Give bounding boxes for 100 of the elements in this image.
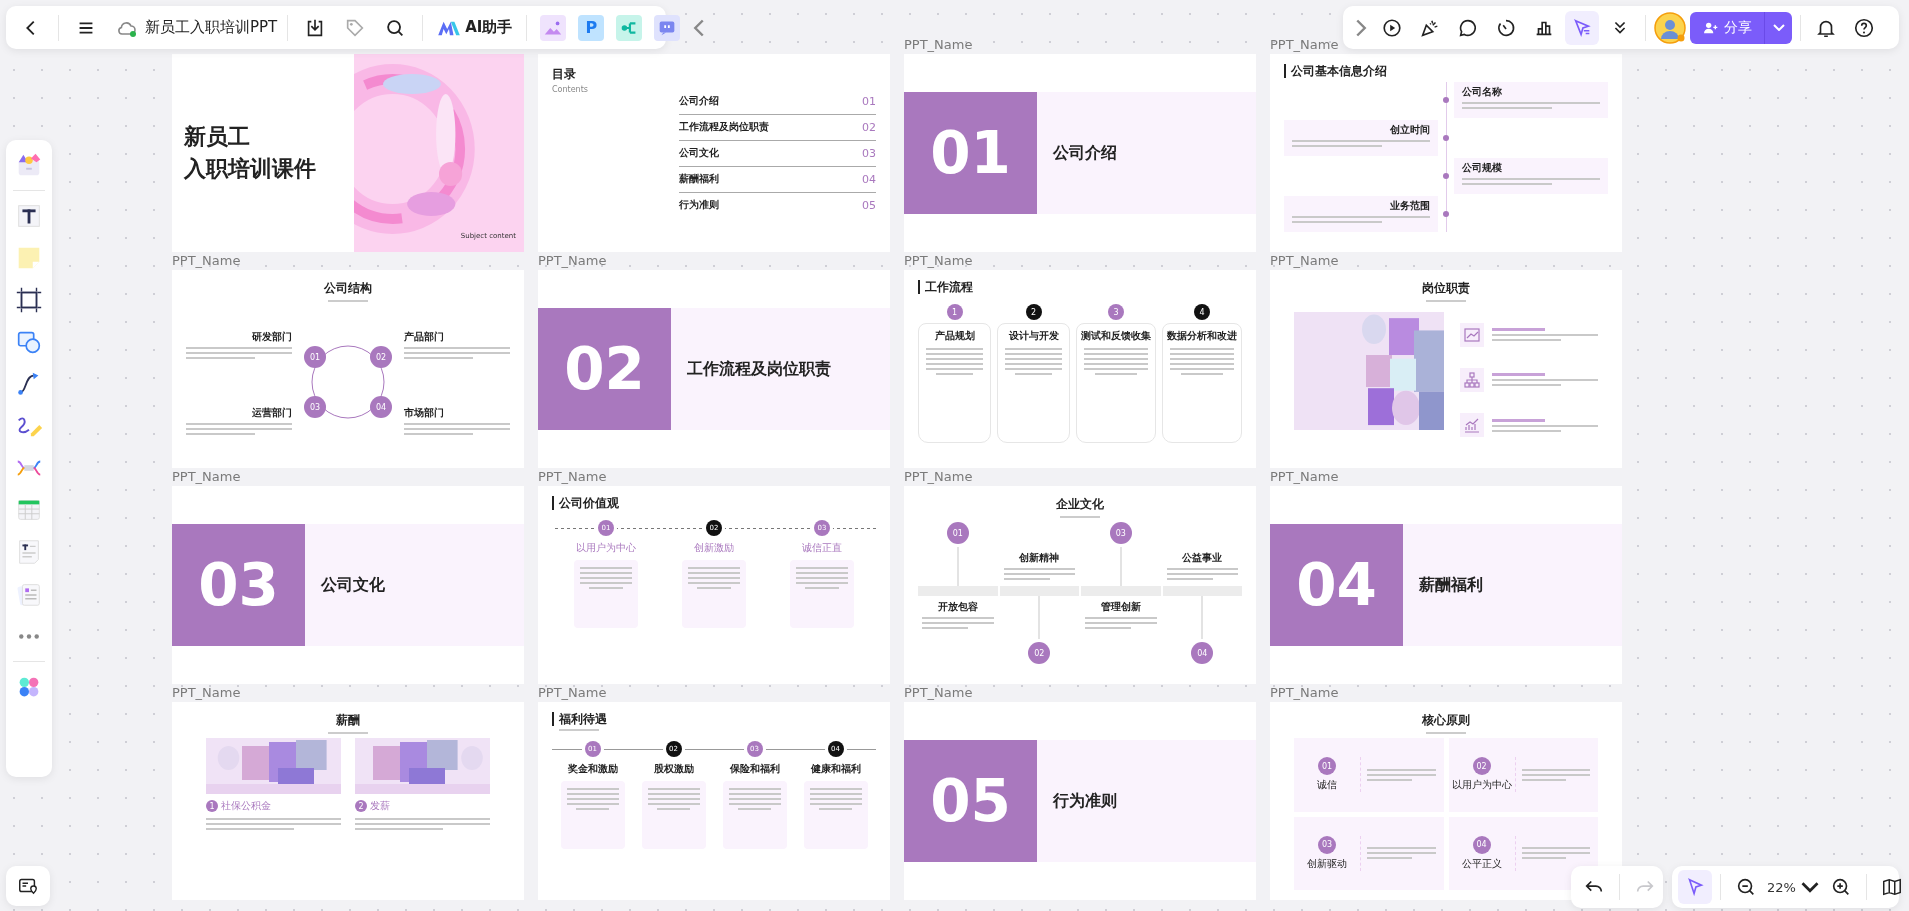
slide-title: 工作流程: [918, 280, 973, 294]
slide-title: 岗位职责: [1421, 280, 1471, 297]
text-lines-drawing: [1166, 568, 1238, 580]
card-title: 公司规模: [1462, 161, 1503, 175]
slide-name: PPT_Name: [172, 468, 241, 486]
user-avatar[interactable]: [1654, 11, 1686, 44]
text-lines-drawing: [1521, 847, 1590, 860]
benefit-title: 股权激励: [653, 762, 694, 776]
culture-number: 03: [1109, 522, 1132, 544]
timeline-dot: [1443, 173, 1449, 179]
document-title[interactable]: 新员工入职培训PPT: [145, 18, 278, 37]
principle-title: 以用户为中心: [1451, 778, 1512, 793]
benefit-title: 保险和福利: [729, 762, 780, 776]
contents-entry: 薪酬福利: [679, 172, 720, 186]
slide[interactable]: 工作流程 1 产品规划 2 设计与开发 3 测试和反馈收集 4 数据分析和改进: [904, 270, 1256, 468]
section-title: 公司介绍: [1052, 141, 1117, 164]
slide[interactable]: 03 公司文化: [172, 486, 524, 684]
frame-icon: [14, 285, 44, 315]
section-title: 行为准则: [1052, 789, 1117, 812]
number-badge: 1: [206, 800, 218, 812]
slide-name: PPT_Name: [904, 684, 973, 702]
text-lines-drawing: [1003, 568, 1075, 580]
text-lines-drawing: [647, 788, 700, 810]
zoom-level[interactable]: 22%: [1767, 879, 1796, 895]
value-title: 诚信正直: [802, 541, 842, 555]
number-badge: 03: [304, 396, 326, 418]
more-icon: [18, 632, 40, 640]
slide[interactable]: 岗位职责: [1270, 270, 1622, 468]
slide-title: 核心原则: [1421, 712, 1471, 729]
section-number: 04: [1270, 524, 1403, 646]
timeline-dot: [1443, 135, 1449, 141]
text-lines-drawing: [1367, 847, 1436, 860]
slide[interactable]: 02 工作流程及岗位职责: [538, 270, 890, 468]
image-app-button[interactable]: [540, 14, 567, 41]
number-badge: 01: [1318, 757, 1336, 776]
contents-number: 02: [862, 120, 876, 134]
slide-name: PPT_Name: [1270, 468, 1339, 486]
text-lines-drawing: [328, 300, 368, 302]
benefit-title: 奖金和激励: [567, 762, 618, 776]
slide-name: PPT_Name: [904, 468, 973, 486]
trend-icon: [1460, 413, 1484, 438]
department-title: 产品部门: [404, 329, 445, 344]
slide[interactable]: 公司基本信息介绍 公司名称 创立时间 公司规模 业务范围: [1270, 54, 1622, 252]
text-lines-drawing: [1426, 732, 1466, 734]
slide[interactable]: 01 公司介绍: [904, 54, 1256, 252]
section-number: 01: [904, 92, 1037, 214]
step-number: 3: [1108, 304, 1124, 320]
text-lines-drawing: [796, 567, 848, 589]
slide[interactable]: 薪酬 1 社保公积金 2 发薪: [172, 702, 524, 900]
share-button[interactable]: 分享: [1690, 11, 1764, 44]
text-lines-drawing: [1367, 768, 1436, 781]
card-title: 公司名称: [1462, 85, 1503, 99]
contents-number: 05: [862, 198, 876, 212]
timeline-dot: [1443, 97, 1449, 103]
card-title: 创立时间: [1390, 123, 1430, 137]
section-number: 02: [538, 308, 671, 430]
select-tool-button[interactable]: [1678, 870, 1712, 904]
principle-title: 创新驱动: [1307, 856, 1347, 871]
pointer-icon: [1571, 16, 1593, 39]
text-lines-drawing: [922, 617, 994, 629]
timeline-dot: [1443, 211, 1449, 217]
slide[interactable]: 04 薪酬福利: [1270, 486, 1622, 684]
step-title: 数据分析和改进: [1167, 329, 1237, 343]
contents-entry: 工作流程及岗位职责: [679, 120, 770, 134]
text-lines-drawing: [580, 567, 632, 589]
text-lines-drawing: [1085, 617, 1157, 629]
slide[interactable]: 核心原则 01 诚信 02 以用户为中心 03 创新驱动 04 公平正义: [1270, 702, 1622, 900]
text-lines-drawing: [1060, 516, 1100, 518]
ai-assistant-button[interactable]: AI助手: [433, 18, 517, 37]
slide-title: 新员工 入职培训课件: [184, 123, 316, 183]
contents-number: 01: [862, 94, 876, 108]
culture-number: 01: [946, 522, 969, 544]
slide-name: PPT_Name: [538, 468, 607, 486]
number-badge: 2: [355, 800, 367, 812]
text-lines-drawing: [809, 788, 862, 810]
location-button[interactable]: [6, 866, 50, 906]
chart-icon: [1460, 322, 1484, 347]
text-lines-drawing: [688, 567, 740, 589]
slide-subtitle: Contents: [552, 85, 588, 94]
step-number: 1: [946, 304, 963, 320]
slide[interactable]: 05 行为准则: [904, 702, 1256, 900]
slide[interactable]: 公司结构 研发部门 产品部门 运营部门 市场部门 01 02 03 04: [172, 270, 524, 468]
slide[interactable]: 目录 Contents 公司介绍 01 工作流程及岗位职责 02 公司文化 03 薪酬福利 04 行为准则 05: [538, 54, 890, 252]
help-icon: [1853, 16, 1875, 39]
culture-title: 开放包容: [937, 600, 978, 614]
salary-heading: 社保公积金: [221, 799, 271, 813]
laser-pointer-button[interactable]: [1565, 10, 1599, 45]
culture-number: 04: [1191, 642, 1214, 664]
slide[interactable]: 企业文化 01 开放包容 创新精神 02 03 管理创新 公益事业 04: [904, 486, 1256, 684]
text-lines-drawing: [1167, 348, 1237, 375]
section-number: 05: [904, 740, 1037, 862]
share-menu-button[interactable]: [1764, 11, 1792, 44]
text-lines-drawing: [923, 348, 986, 375]
salary-heading: 发薪: [370, 799, 390, 813]
slide-title: 公司基本信息介绍: [1284, 64, 1387, 78]
value-title: 以用户为中心: [576, 541, 636, 555]
chat-app-button[interactable]: [654, 14, 681, 41]
number-badge: 04: [370, 396, 392, 418]
text-lines-drawing: [328, 732, 368, 734]
map-icon: [1880, 876, 1903, 898]
